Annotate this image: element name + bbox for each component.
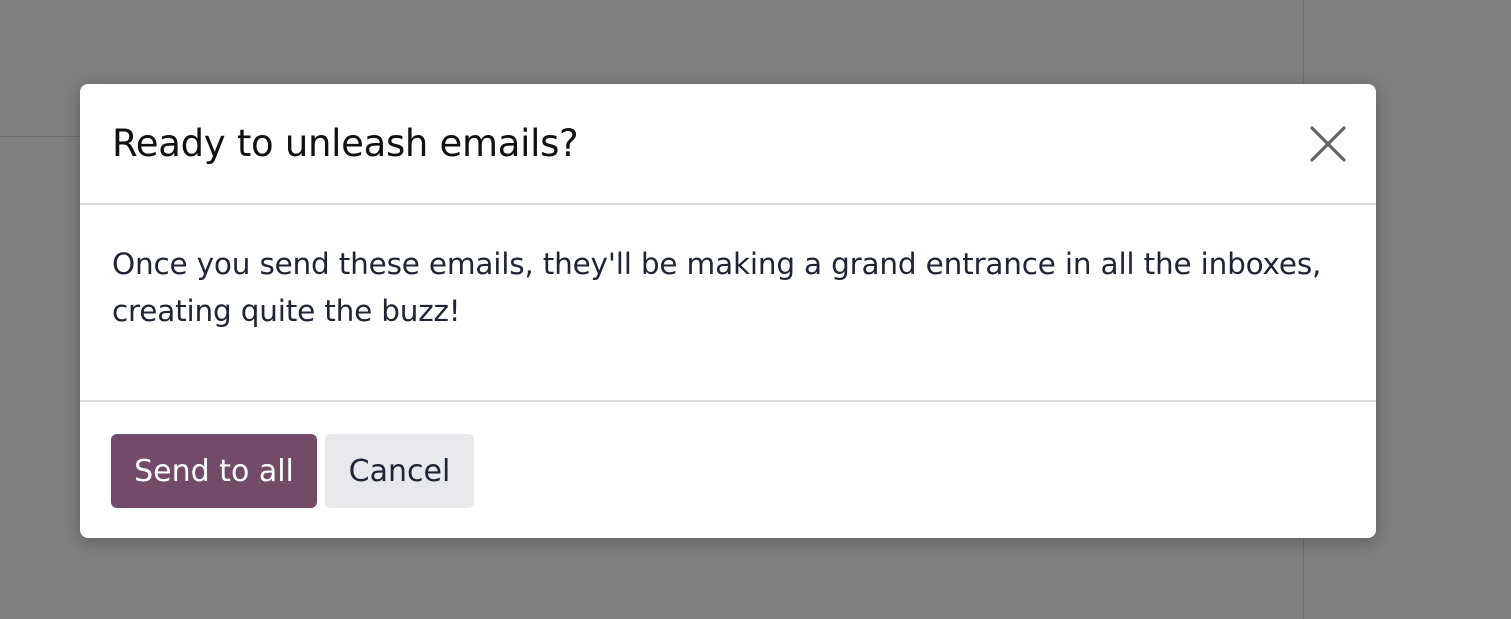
close-button[interactable] — [1306, 122, 1350, 166]
cancel-button[interactable]: Cancel — [325, 434, 474, 508]
dialog-footer: Send to all Cancel — [80, 402, 1376, 538]
background-divider — [0, 136, 80, 137]
dialog-title: Ready to unleash emails? — [112, 122, 579, 165]
close-icon — [1310, 126, 1346, 162]
dialog-body: Once you send these emails, they'll be m… — [80, 205, 1376, 402]
send-to-all-button[interactable]: Send to all — [111, 434, 317, 508]
dialog-header: Ready to unleash emails? — [80, 84, 1376, 205]
dialog-message: Once you send these emails, they'll be m… — [112, 247, 1322, 328]
confirm-dialog: Ready to unleash emails? Once you send t… — [80, 84, 1376, 538]
